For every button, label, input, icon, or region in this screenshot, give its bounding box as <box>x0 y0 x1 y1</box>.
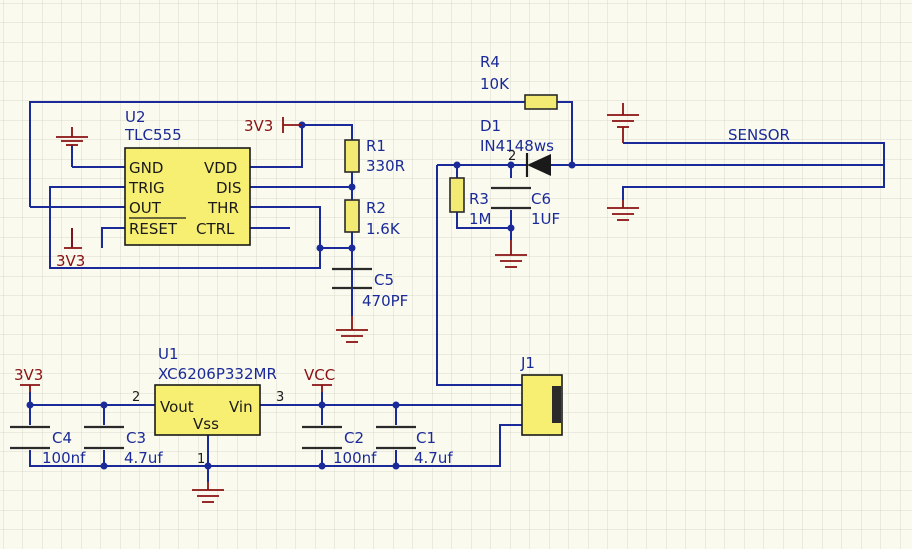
u1-pin-vss: Vss <box>193 415 219 433</box>
u1-pin-number-vout: 2 <box>132 390 140 405</box>
resistor-r3[interactable] <box>449 177 465 213</box>
r3-ref: R3 <box>469 190 489 208</box>
u2-pin-ctrl: CTRL <box>196 220 235 238</box>
resistor-r4[interactable] <box>524 94 558 110</box>
r2-value: 1.6K <box>366 220 401 238</box>
r4-ref: R4 <box>480 53 500 71</box>
resistor-r1[interactable] <box>344 139 360 173</box>
u1-pin-number-vin: 3 <box>276 390 284 405</box>
c5-ref: C5 <box>374 271 394 289</box>
d1-part: IN4148ws <box>480 137 554 155</box>
resistor-r2[interactable] <box>344 199 360 233</box>
sensor-net-label: SENSOR <box>728 126 790 144</box>
power-label-3v3: 3V3 <box>56 252 85 270</box>
u2-pin-reset: RESET <box>129 220 178 238</box>
c6-ref: C6 <box>531 190 551 208</box>
power-label-3v3: 3V3 <box>14 366 43 384</box>
u2-pin-vdd: VDD <box>204 159 237 177</box>
c6-value: 1UF <box>531 210 560 228</box>
u2-pin-thr: THR <box>207 199 239 217</box>
c4-value: 100nf <box>42 449 86 467</box>
c1-value: 4.7uf <box>414 449 453 467</box>
c5-value: 470PF <box>362 292 408 310</box>
r2-ref: R2 <box>366 199 386 217</box>
u2-pin-out: OUT <box>129 199 162 217</box>
u2-pin-gnd: GND <box>129 159 163 177</box>
u1-regulator-ic[interactable]: Vout Vin Vss <box>154 384 261 436</box>
u1-part: XC6206P332MR <box>158 365 277 383</box>
r4-value: 10K <box>480 75 510 93</box>
u2-part: TLC555 <box>124 126 182 144</box>
d1-pin-number: 2 <box>508 149 516 164</box>
u2-timer-ic[interactable]: GND VDD TRIG DIS OUT THR RESET CTRL <box>124 147 251 246</box>
c1-ref: C1 <box>416 429 436 447</box>
d1-ref: D1 <box>480 117 501 135</box>
c2-ref: C2 <box>344 429 364 447</box>
r1-value: 330R <box>366 157 405 175</box>
u2-pin-trig: TRIG <box>128 179 165 197</box>
u2-pin-dis: DIS <box>216 179 242 197</box>
r1-ref: R1 <box>366 137 386 155</box>
c2-value: 100nf <box>333 449 377 467</box>
c3-value: 4.7uf <box>124 449 163 467</box>
u2-ref: U2 <box>125 108 146 126</box>
j1-ref: J1 <box>520 354 535 372</box>
power-label-3v3: 3V3 <box>244 117 273 135</box>
connector-j1[interactable] <box>521 374 563 436</box>
c4-ref: C4 <box>52 429 72 447</box>
u1-pin-vin: Vin <box>229 398 253 416</box>
schematic-canvas: GND VDD TRIG DIS OUT THR RESET CTRL U2 T… <box>0 0 912 549</box>
u1-ref: U1 <box>158 345 179 363</box>
r3-value: 1M <box>469 210 492 228</box>
power-label-vcc: VCC <box>304 366 335 384</box>
c3-ref: C3 <box>126 429 146 447</box>
u1-pin-number-vss: 1 <box>197 452 205 467</box>
u1-pin-vout: Vout <box>160 398 194 416</box>
